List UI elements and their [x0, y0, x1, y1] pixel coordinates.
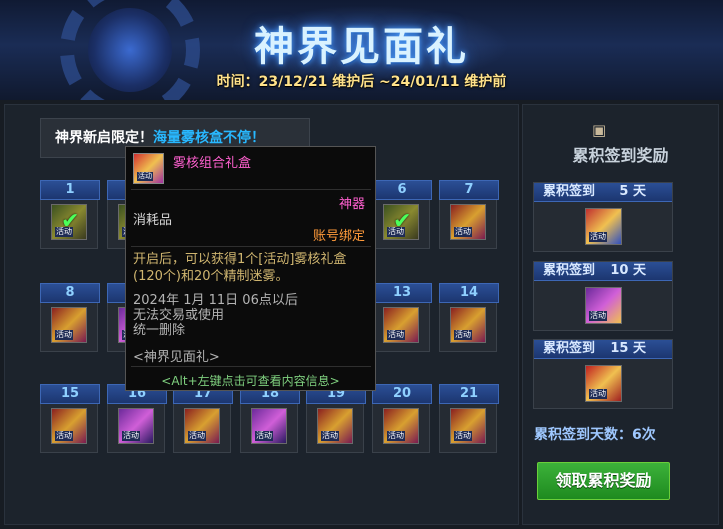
tooltip-divider: [131, 246, 371, 247]
gift-box-icon[interactable]: 活动: [450, 307, 486, 343]
event-period: 时间：23/12/21 维护后 ~24/01/11 维护前: [216, 74, 507, 90]
tooltip-expiry-line3: 统一删除: [133, 323, 186, 338]
reward-label: 累积签到: [543, 184, 596, 199]
event-title: 神界见面礼: [254, 24, 469, 70]
day-number: 14: [439, 283, 499, 303]
tooltip-source: <神界见面礼>: [133, 350, 220, 365]
day-slot[interactable]: 14 活动: [439, 283, 499, 352]
day-number: 1: [40, 180, 100, 200]
tooltip-divider: [131, 189, 371, 190]
gift-box-icon[interactable]: 活动: [118, 408, 154, 444]
day-slot[interactable]: 6 活动 ✔: [372, 180, 432, 249]
day-slot[interactable]: 20 活动: [372, 384, 432, 453]
gift-box-icon[interactable]: 活动: [251, 408, 287, 444]
reward-box-icon[interactable]: 活动: [585, 365, 622, 402]
gift-box-icon[interactable]: 活动: [51, 408, 87, 444]
reward-label: 累积签到: [543, 263, 596, 278]
gift-box-icon[interactable]: 活动: [450, 408, 486, 444]
day-slot[interactable]: 15 活动: [40, 384, 100, 453]
day-slot[interactable]: 7 活动: [439, 180, 499, 249]
total-checkin-count: 累积签到天数：6次: [534, 427, 656, 443]
reward-box-icon[interactable]: 活动: [585, 287, 622, 324]
tooltip-binding: 账号绑定: [312, 229, 365, 244]
headline-part2: 海量雾核盒不停！: [153, 130, 265, 146]
day-slot[interactable]: 21 活动: [439, 384, 499, 453]
reward-days: 5 天: [619, 184, 646, 199]
day-number: 15: [40, 384, 100, 404]
gift-box-icon[interactable]: 活动: [317, 408, 353, 444]
gift-box-icon: 活动: [133, 153, 164, 184]
tooltip-expiry-line2: 无法交易或使用: [133, 308, 225, 323]
checkmark-icon: ✔: [61, 209, 80, 234]
day-number: 20: [372, 384, 432, 404]
day-slot[interactable]: 8 活动: [40, 283, 100, 352]
tooltip-expiry-date: 2024年 1月 11日 06点以后: [133, 293, 298, 308]
reward-5-days[interactable]: 累积签到 5 天 活动: [533, 182, 673, 252]
item-tooltip: 活动 雾核组合礼盒 神器 消耗品 账号绑定 开启后，可以获得1个[活动]雾核礼盒…: [125, 146, 376, 391]
reward-days: 10 天: [610, 263, 646, 278]
day-slot[interactable]: 19 活动: [306, 384, 366, 453]
tooltip-type: 消耗品: [133, 213, 173, 228]
reward-box-icon[interactable]: 活动: [585, 208, 622, 245]
gift-box-icon[interactable]: 活动: [184, 408, 220, 444]
day-number: 7: [439, 180, 499, 200]
reward-10-days[interactable]: 累积签到 10 天 活动: [533, 261, 673, 331]
treasure-chest-icon: ▣: [592, 121, 607, 139]
day-slot[interactable]: 16 活动: [107, 384, 167, 453]
day-slot[interactable]: 18 活动: [240, 384, 300, 453]
gift-box-icon[interactable]: 活动✔: [383, 204, 419, 240]
day-slot[interactable]: 17 活动: [173, 384, 233, 453]
claim-reward-button[interactable]: 领取累积奖励: [537, 462, 670, 500]
gift-box-icon[interactable]: 活动: [51, 307, 87, 343]
day-slot[interactable]: 1 活动 ✔: [40, 180, 100, 249]
checkmark-icon: ✔: [393, 209, 412, 234]
gift-box-icon[interactable]: 活动: [383, 408, 419, 444]
reward-days: 15 天: [610, 341, 646, 356]
reward-label: 累积签到: [543, 341, 596, 356]
tooltip-expiry: 2024年 1月 11日 06点以后 无法交易或使用 统一删除: [133, 293, 369, 338]
tooltip-item-name: 雾核组合礼盒: [173, 156, 252, 171]
gift-box-icon[interactable]: 活动: [450, 204, 486, 240]
headline-part1: 神界新启限定！: [55, 130, 153, 146]
reward-15-days[interactable]: 累积签到 15 天 活动: [533, 339, 673, 409]
reward-title: 累积签到奖励: [572, 146, 669, 165]
day-number: 8: [40, 283, 100, 303]
event-banner: 神界见面礼 时间：23/12/21 维护后 ~24/01/11 维护前: [0, 0, 723, 100]
gift-box-icon[interactable]: 活动✔: [51, 204, 87, 240]
gift-box-icon[interactable]: 活动: [383, 307, 419, 343]
day-slot[interactable]: 13 活动: [372, 283, 432, 352]
tooltip-description: 开启后，可以获得1个[活动]雾核礼盒(120个)和20个精制迷雾。: [133, 252, 347, 284]
tooltip-grade: 神器: [338, 197, 365, 212]
day-number: 6: [372, 180, 432, 200]
day-number: 13: [372, 283, 432, 303]
day-number: 21: [439, 384, 499, 404]
tooltip-hint: <Alt+左键点击可查看内容信息>: [161, 374, 340, 388]
tooltip-divider: [131, 366, 371, 367]
